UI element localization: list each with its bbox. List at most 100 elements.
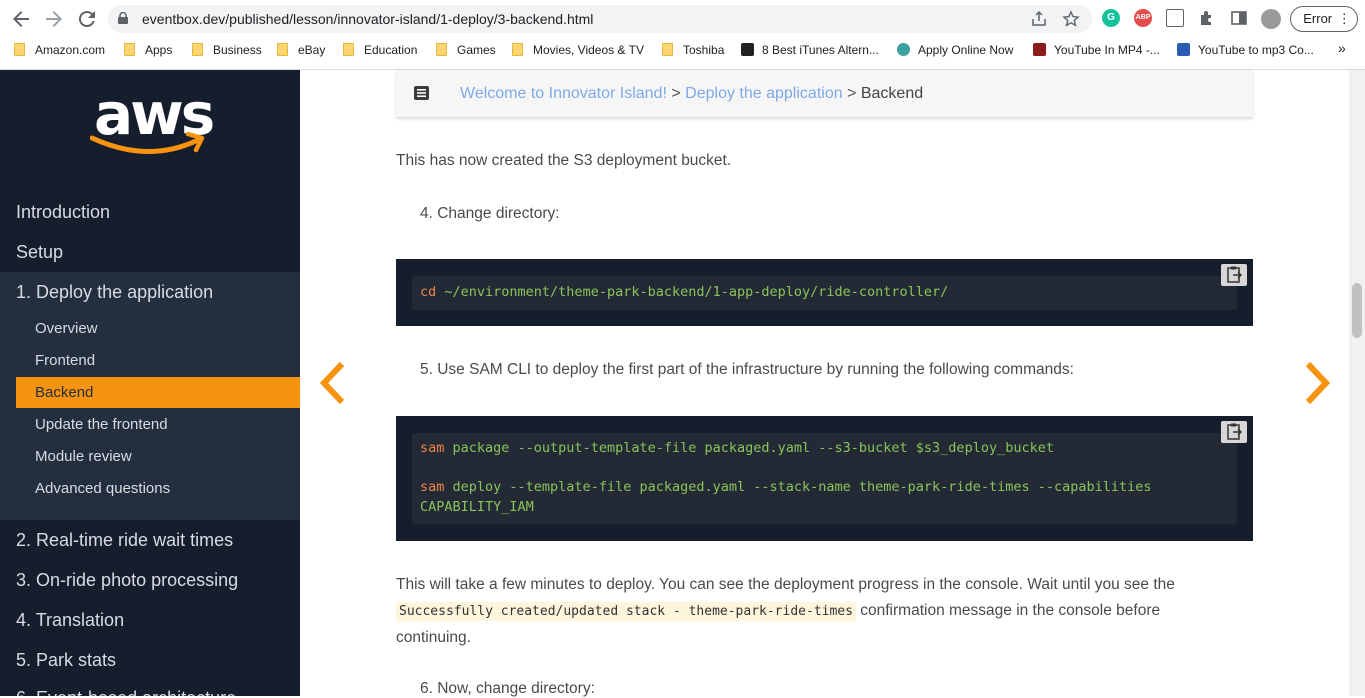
browser-chrome: eventbox.dev/published/lesson/innovator-… [0, 0, 1365, 70]
nav-overview[interactable]: Overview [35, 320, 98, 337]
bookmark-label: 8 Best iTunes Altern... [762, 43, 879, 57]
sidebar: aws Introduction Setup 1. Deploy the app… [0, 70, 300, 696]
star-icon[interactable] [1062, 10, 1080, 32]
bookmark-toshiba[interactable]: Toshiba [662, 43, 724, 57]
deploy-paragraph: This will take a few minutes to deploy. … [396, 572, 1256, 651]
aws-smile-icon [90, 131, 205, 154]
nav-realtime-wait[interactable]: 2. Real-time ride wait times [16, 530, 300, 551]
bookmark-apps[interactable]: Apps [124, 43, 172, 57]
bookmark-youtube-mp4[interactable]: YouTube In MP4 -... [1033, 43, 1160, 57]
folder-icon [662, 43, 673, 56]
folder-icon [14, 43, 25, 56]
bookmark-label: Apply Online Now [918, 43, 1014, 57]
bookmarks-bar: Amazon.com Apps Business eBay Education … [0, 38, 1365, 64]
copy-button[interactable] [1221, 264, 1247, 286]
bookmark-label: Apps [145, 43, 173, 57]
bookmark-ebay[interactable]: eBay [277, 43, 325, 57]
inline-code: Successfully created/updated stack - the… [396, 602, 856, 621]
nav-advanced-questions[interactable]: Advanced questions [35, 480, 170, 497]
code-keyword: cd [420, 284, 437, 300]
scrollbar-thumb[interactable] [1352, 283, 1362, 338]
reload-icon[interactable] [75, 7, 99, 31]
bookmark-business[interactable]: Business [192, 43, 262, 57]
nav-backend-label: Backend [35, 384, 94, 401]
code-block-sam: sam package --output-template-file packa… [396, 416, 1253, 541]
nav-backend-active[interactable]: Backend [16, 377, 300, 408]
deploy-text: continuing. [396, 629, 471, 646]
section-number: 2. [16, 530, 32, 550]
nav-introduction[interactable]: Introduction [16, 202, 300, 223]
copy-button[interactable] [1221, 421, 1247, 443]
bookmark-label: YouTube to mp3 Co... [1198, 43, 1314, 57]
nav-frontend[interactable]: Frontend [35, 352, 95, 369]
intro-text: This has now created the S3 deployment b… [396, 152, 732, 169]
bookmark-label: Toshiba [683, 43, 725, 57]
reader-icon[interactable] [1166, 9, 1184, 27]
bookmark-label: Games [457, 43, 496, 57]
breadcrumb-separator: > [847, 85, 857, 102]
code-block-cd: cd ~/environment/theme-park-backend/1-ap… [396, 259, 1253, 326]
aws-logo[interactable]: aws [90, 80, 215, 160]
grammarly-icon[interactable]: G [1102, 9, 1120, 27]
breadcrumb: Welcome to Innovator Island! > Deploy th… [396, 70, 1253, 117]
clipboard-icon [1227, 266, 1242, 283]
clipboard-icon [1227, 423, 1242, 440]
youtube-mp4-icon [1033, 43, 1046, 56]
bookmark-label: YouTube In MP4 -... [1054, 43, 1160, 57]
forward-arrow-icon[interactable] [42, 7, 66, 31]
section-number: 6. [16, 688, 31, 696]
breadcrumb-deploy-link[interactable]: Deploy the application [685, 85, 842, 102]
nav-update-frontend[interactable]: Update the frontend [35, 416, 168, 433]
section-label: On-ride photo processing [36, 570, 239, 590]
section-label: Deploy the application [36, 282, 214, 302]
code-args: ~/environment/theme-park-backend/1-app-d… [436, 284, 949, 300]
code-line: sam package --output-template-file packa… [420, 440, 1054, 456]
nav-event-architecture[interactable]: 6. Event-based architecture [16, 688, 300, 696]
bookmark-label: Education [364, 43, 418, 57]
code-keyword: sam [420, 479, 445, 495]
scrollbar[interactable] [1349, 70, 1365, 696]
nav-deploy-application[interactable]: 1. Deploy the application [16, 282, 213, 303]
breadcrumb-welcome-link[interactable]: Welcome to Innovator Island! [460, 85, 667, 102]
nav-park-stats[interactable]: 5. Park stats [16, 650, 300, 671]
bookmark-games[interactable]: Games [436, 43, 496, 57]
section-label: Translation [35, 610, 125, 630]
share-icon[interactable] [1030, 10, 1048, 32]
bookmark-itunes[interactable]: 8 Best iTunes Altern... [741, 43, 879, 57]
apply-logo-icon [897, 43, 910, 56]
bookmark-youtube-mp3[interactable]: YouTube to mp3 Co... [1177, 43, 1314, 57]
back-arrow-icon[interactable] [9, 7, 33, 31]
address-bar[interactable]: eventbox.dev/published/lesson/innovator-… [108, 5, 1092, 33]
folder-icon [192, 43, 203, 56]
breadcrumb-current: Backend [860, 85, 924, 102]
code-args: deploy --template-file packaged.yaml --s… [444, 479, 1152, 495]
more-bookmarks-button[interactable]: » [1338, 40, 1346, 56]
folder-icon [343, 43, 354, 56]
youtube-mp3-icon [1177, 43, 1190, 56]
m-logo-icon [741, 43, 754, 56]
nav-photo-processing[interactable]: 3. On-ride photo processing [16, 570, 300, 591]
sidepanel-icon[interactable] [1230, 9, 1248, 27]
nav-module-review[interactable]: Module review [35, 448, 132, 465]
profile-error-button[interactable]: Error ⋮ [1290, 6, 1358, 32]
nav-translation[interactable]: 4. Translation [16, 610, 300, 631]
bookmark-apply[interactable]: Apply Online Now [897, 43, 1013, 57]
section-label: Park stats [36, 650, 117, 670]
puzzle-icon[interactable] [1198, 9, 1216, 27]
url-text: eventbox.dev/published/lesson/innovator-… [142, 11, 594, 27]
section-number: 1. [16, 282, 32, 302]
bookmark-education[interactable]: Education [343, 43, 417, 57]
bookmark-label: Movies, Videos & TV [533, 43, 644, 57]
avatar[interactable] [1261, 9, 1281, 29]
previous-page-arrow-icon[interactable] [318, 360, 348, 406]
bookmark-movies[interactable]: Movies, Videos & TV [512, 43, 644, 57]
next-page-arrow-icon[interactable] [1302, 360, 1332, 406]
bookmark-label: Amazon.com [35, 43, 106, 57]
code-line: CAPABILITY_IAM [420, 499, 534, 515]
code-line: sam deploy --template-file packaged.yaml… [420, 479, 1152, 495]
nav-setup[interactable]: Setup [16, 242, 300, 263]
list-icon[interactable] [414, 86, 429, 100]
code-args: package --output-template-file packaged.… [444, 440, 1054, 456]
bookmark-amazon[interactable]: Amazon.com [14, 43, 105, 57]
adblock-icon[interactable]: ABP [1134, 9, 1152, 27]
